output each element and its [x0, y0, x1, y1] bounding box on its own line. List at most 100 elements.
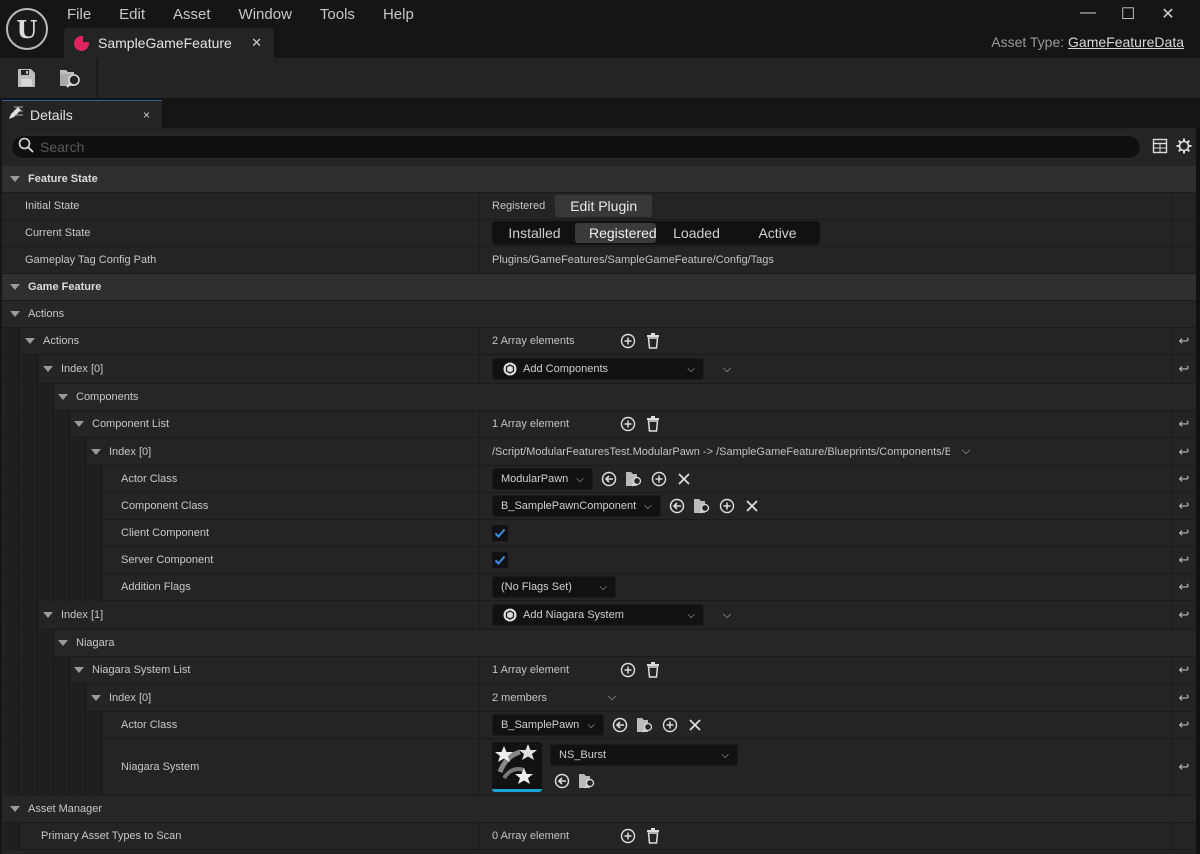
expand-chevron-icon[interactable]: ⌵ [718, 606, 736, 624]
clear-icon[interactable] [675, 470, 693, 488]
settings-gear-icon[interactable] [1176, 138, 1192, 159]
addition-flags-combo[interactable]: (No Flags Set) ⌵ [492, 576, 616, 598]
state-active[interactable]: Active [737, 223, 818, 243]
expand-chevron-icon[interactable]: ⌵ [957, 443, 975, 461]
reset-to-default-icon[interactable]: ↩ [1172, 574, 1196, 600]
delete-all-icon[interactable] [644, 415, 662, 433]
delete-all-icon[interactable] [644, 332, 662, 350]
category-game-feature[interactable]: Game Feature [2, 274, 1196, 301]
reset-to-default-icon[interactable]: ↩ [1172, 411, 1196, 437]
menu-asset[interactable]: Asset [164, 4, 220, 25]
unreal-logo-icon[interactable]: U [6, 8, 48, 50]
client-component-checkbox[interactable] [492, 525, 508, 541]
reset-to-default-icon[interactable]: ↩ [1172, 520, 1196, 546]
actor-class-combo[interactable]: ModularPawn ⌵ [492, 468, 593, 490]
search-box[interactable] [11, 135, 1141, 159]
add-icon[interactable] [661, 716, 679, 734]
menu-window[interactable]: Window [230, 4, 301, 25]
action-type-combo[interactable]: Add Niagara System ⌵ [492, 604, 704, 626]
close-tab-icon[interactable]: ✕ [251, 35, 262, 51]
details-tab[interactable]: Details × [2, 100, 162, 128]
component-class-combo[interactable]: B_SamplePawnComponent ⌵ [492, 495, 661, 517]
chevron-down-icon: ⌵ [576, 473, 584, 485]
expand-arrow-icon[interactable] [58, 394, 68, 400]
expand-arrow-icon[interactable] [43, 612, 53, 618]
browse-icon[interactable] [636, 716, 654, 734]
document-tab[interactable]: SampleGameFeature ✕ [64, 28, 274, 58]
add-element-icon[interactable] [619, 827, 637, 845]
browse-to-asset-icon[interactable] [58, 67, 80, 89]
reset-to-default-icon[interactable]: ↩ [1172, 355, 1196, 383]
clear-icon[interactable] [686, 716, 704, 734]
delete-all-icon[interactable] [644, 827, 662, 845]
add-element-icon[interactable] [619, 415, 637, 433]
subcategory-actions[interactable]: Actions [2, 301, 1196, 328]
state-registered[interactable]: Registered [575, 223, 657, 243]
use-selected-icon[interactable] [611, 716, 629, 734]
use-selected-icon[interactable] [553, 772, 571, 790]
row-component-list: Component List 1 Array element ↩ [2, 411, 1196, 438]
use-selected-icon[interactable] [668, 497, 686, 515]
expand-chevron-icon[interactable]: ⌵ [718, 360, 736, 378]
reset-to-default-icon[interactable]: ↩ [1172, 547, 1196, 573]
panel-scrollbar[interactable] [1196, 128, 1200, 854]
panel-tab-bar: Details × [0, 98, 1200, 128]
expand-chevron-icon[interactable]: ⌵ [603, 689, 621, 707]
add-element-icon[interactable] [619, 332, 637, 350]
menu-tools[interactable]: Tools [311, 4, 364, 25]
actor-class-combo[interactable]: B_SamplePawn ⌵ [492, 714, 604, 736]
clear-icon[interactable] [743, 497, 761, 515]
expand-arrow-icon[interactable] [10, 284, 20, 290]
server-component-checkbox[interactable] [492, 552, 508, 568]
reset-to-default-icon[interactable]: ↩ [1172, 739, 1196, 795]
niagara-asset-thumbnail[interactable] [492, 742, 542, 792]
reset-to-default-icon[interactable]: ↩ [1172, 466, 1196, 492]
expand-arrow-icon[interactable] [74, 667, 84, 673]
browse-icon[interactable] [578, 772, 596, 790]
expand-arrow-icon[interactable] [58, 640, 68, 646]
reset-to-default-icon[interactable]: ↩ [1172, 657, 1196, 683]
expand-arrow-icon[interactable] [10, 176, 20, 182]
expand-arrow-icon[interactable] [10, 311, 20, 317]
reset-to-default-icon[interactable]: ↩ [1172, 438, 1196, 465]
reset-to-default-icon[interactable]: ↩ [1172, 712, 1196, 738]
minimize-button[interactable]: — [1068, 4, 1108, 24]
property-matrix-icon[interactable] [1152, 138, 1168, 159]
subcategory-components[interactable]: Components [2, 384, 1196, 411]
expand-arrow-icon[interactable] [43, 366, 53, 372]
state-loaded[interactable]: Loaded [656, 223, 737, 243]
state-installed[interactable]: Installed [494, 223, 575, 243]
maximize-button[interactable]: ☐ [1108, 4, 1148, 24]
delete-all-icon[interactable] [644, 661, 662, 679]
menu-help[interactable]: Help [374, 4, 423, 25]
reset-to-default-icon[interactable]: ↩ [1172, 493, 1196, 519]
close-details-icon[interactable]: × [143, 108, 150, 122]
niagara-system-combo[interactable]: NS_Burst ⌵ [550, 744, 738, 766]
use-selected-icon[interactable] [600, 470, 618, 488]
search-input[interactable] [40, 139, 1040, 155]
menu-edit[interactable]: Edit [110, 4, 154, 25]
add-element-icon[interactable] [619, 661, 637, 679]
category-feature-state[interactable]: Feature State [2, 166, 1196, 193]
reset-to-default-icon[interactable]: ↩ [1172, 684, 1196, 711]
asset-type-link[interactable]: GameFeatureData [1068, 34, 1184, 50]
expand-arrow-icon[interactable] [74, 421, 84, 427]
expand-arrow-icon[interactable] [10, 806, 20, 812]
add-icon[interactable] [718, 497, 736, 515]
browse-icon[interactable] [693, 497, 711, 515]
close-window-button[interactable]: ✕ [1148, 4, 1188, 24]
save-icon[interactable] [15, 67, 37, 89]
action-type-combo[interactable]: Add Components ⌵ [492, 358, 704, 380]
expand-arrow-icon[interactable] [25, 338, 35, 344]
menu-file[interactable]: File [58, 4, 100, 25]
subcategory-asset-manager[interactable]: Asset Manager [2, 796, 1196, 823]
add-icon[interactable] [650, 470, 668, 488]
reset-to-default-icon[interactable]: ↩ [1172, 328, 1196, 354]
reset-to-default-icon[interactable]: ↩ [1172, 601, 1196, 629]
row-niagara-actor-class: Actor Class B_SamplePawn ⌵ ↩ [2, 712, 1196, 739]
subcategory-niagara[interactable]: Niagara [2, 630, 1196, 657]
expand-arrow-icon[interactable] [91, 694, 101, 701]
edit-plugin-button[interactable]: Edit Plugin [555, 195, 653, 217]
expand-arrow-icon[interactable] [91, 448, 101, 455]
browse-icon[interactable] [625, 470, 643, 488]
